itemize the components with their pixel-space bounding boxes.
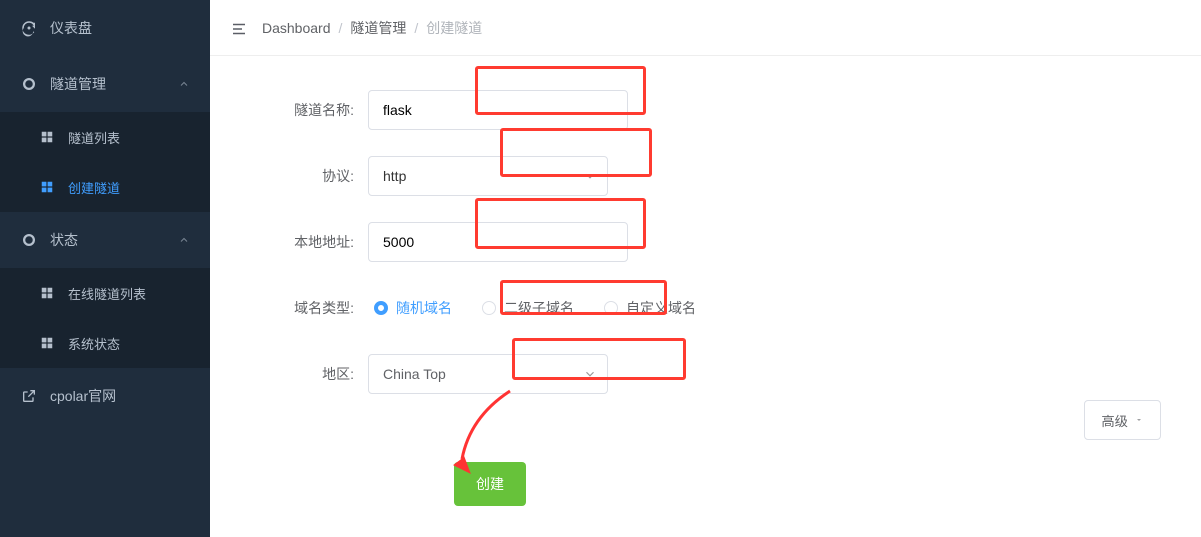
sidebar-item-status[interactable]: 状态 [0,212,210,268]
triangle-down-icon [1134,416,1144,424]
sidebar-item-dashboard[interactable]: 仪表盘 [0,0,210,56]
breadcrumb: Dashboard / 隧道管理 / 创建隧道 [262,18,482,38]
region-value: China Top [383,366,583,382]
sidebar-item-tunnel-manage[interactable]: 隧道管理 [0,56,210,112]
breadcrumb-current: 创建隧道 [426,18,482,38]
create-button[interactable]: 创建 [454,462,526,506]
protocol-select[interactable]: http [368,156,608,196]
breadcrumb-sep: / [339,20,343,36]
radio-label: 自定义域名 [626,298,696,318]
topbar: Dashboard / 隧道管理 / 创建隧道 [210,0,1201,56]
chevron-down-icon [583,367,597,381]
breadcrumb-sep: / [414,20,418,36]
radio-dot-icon [482,301,496,315]
region-label: 地区: [250,364,368,384]
grid-icon [40,336,54,350]
domain-type-radio-group: 随机域名 二级子域名 自定义域名 [368,298,696,318]
sidebar-item-label: cpolar官网 [50,386,190,406]
gauge-icon [20,19,38,37]
sidebar-item-label: 系统状态 [68,334,190,353]
domain-type-custom[interactable]: 自定义域名 [604,298,696,318]
tunnel-name-input[interactable] [368,90,628,130]
radio-dot-icon [374,301,388,315]
grid-icon [40,180,54,194]
grid-icon [40,130,54,144]
domain-type-subdomain[interactable]: 二级子域名 [482,298,574,318]
chevron-up-icon [178,234,190,246]
collapse-menu-icon[interactable] [230,20,248,36]
sidebar: 仪表盘 隧道管理 隧道列表 创建隧道 [0,0,210,537]
sidebar-item-tunnel-list[interactable]: 隧道列表 [0,112,210,162]
advanced-button[interactable]: 高级 [1084,400,1161,440]
grid-icon [40,286,54,300]
region-select[interactable]: China Top [368,354,608,394]
sidebar-item-create-tunnel[interactable]: 创建隧道 [0,162,210,212]
external-link-icon [20,387,38,405]
protocol-label: 协议: [250,166,368,186]
sidebar-item-online-tunnels[interactable]: 在线隧道列表 [0,268,210,318]
create-label: 创建 [476,476,504,492]
sidebar-item-cpolar-site[interactable]: cpolar官网 [0,368,210,424]
sidebar-item-label: 隧道列表 [68,128,190,147]
domain-type-label: 域名类型: [250,298,368,318]
sidebar-item-label: 在线隧道列表 [68,284,190,303]
sidebar-item-label: 隧道管理 [50,74,178,94]
local-address-label: 本地地址: [250,232,368,252]
main: Dashboard / 隧道管理 / 创建隧道 隧道名称: 协议: http [210,0,1201,537]
ring-icon [20,231,38,249]
protocol-value: http [383,168,583,184]
chevron-down-icon [583,169,597,183]
domain-type-random[interactable]: 随机域名 [374,298,452,318]
sidebar-item-label: 状态 [50,230,178,250]
ring-icon [20,75,38,93]
create-tunnel-form: 隧道名称: 协议: http 本地地址: [210,56,1201,440]
breadcrumb-item[interactable]: 隧道管理 [350,18,406,38]
radio-label: 二级子域名 [504,298,574,318]
sidebar-item-system-status[interactable]: 系统状态 [0,318,210,368]
chevron-up-icon [178,78,190,90]
advanced-label: 高级 [1101,411,1128,430]
radio-label: 随机域名 [396,298,452,318]
sidebar-item-label: 创建隧道 [68,178,190,197]
local-address-input[interactable] [368,222,628,262]
tunnel-name-label: 隧道名称: [250,100,368,120]
radio-dot-icon [604,301,618,315]
breadcrumb-item[interactable]: Dashboard [262,20,331,36]
sidebar-item-label: 仪表盘 [50,18,190,38]
